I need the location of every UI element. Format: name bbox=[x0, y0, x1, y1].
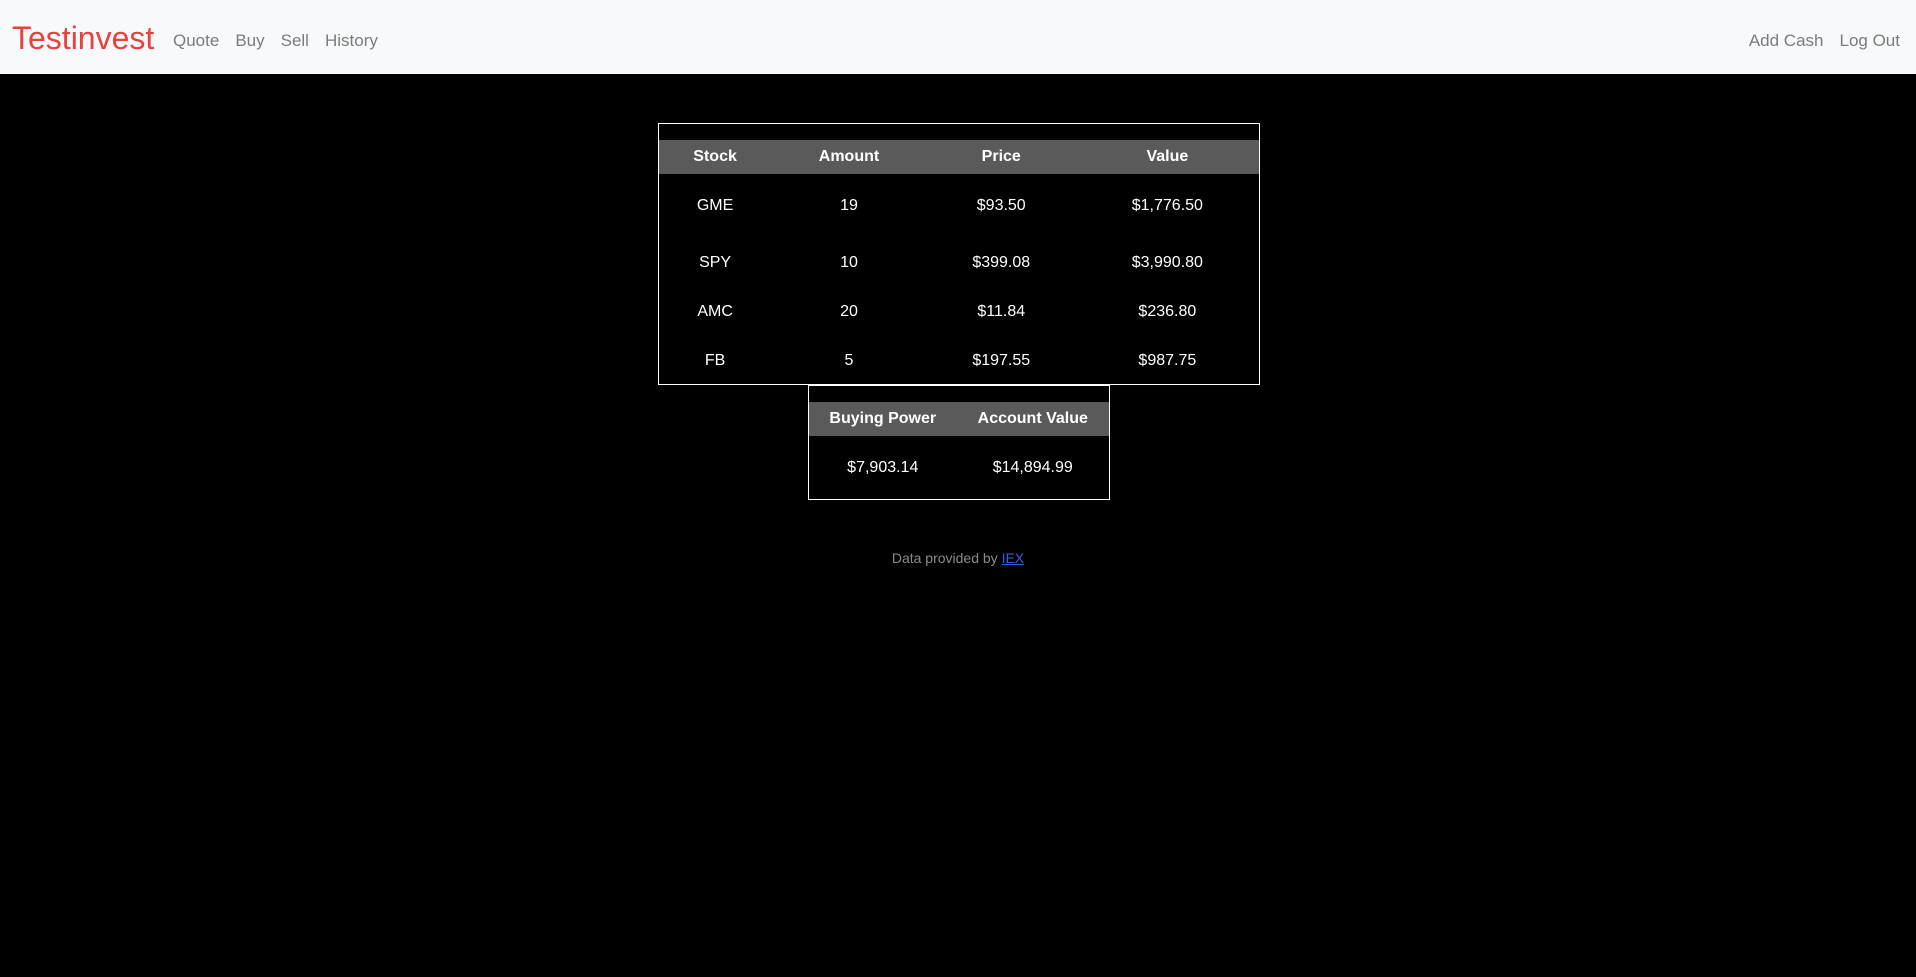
nav-left: Quote Buy Sell History bbox=[173, 29, 394, 53]
cell-stock: FB bbox=[704, 351, 726, 369]
table-row: GME 19 $93.50 $1,776.50 bbox=[659, 174, 1259, 238]
holdings-table: Stock Amount Price Value GME 19 $93.50 $… bbox=[659, 140, 1259, 385]
table-row: SPY 10 $399.08 $3,990.80 bbox=[659, 238, 1259, 287]
cell-value: $3,990.80 bbox=[1131, 253, 1203, 271]
cell-amount: 20 bbox=[840, 302, 858, 320]
footer: Data provided by IEX bbox=[0, 550, 1916, 566]
cell-stock: SPY bbox=[699, 253, 732, 271]
header-account-value: Account Value bbox=[977, 410, 1088, 427]
summary-table-container: Buying Power Account Value $7,903.14 $14… bbox=[808, 385, 1110, 500]
cell-amount: 5 bbox=[844, 351, 854, 369]
cell-price: $11.84 bbox=[977, 302, 1026, 320]
cell-value: $987.75 bbox=[1138, 351, 1197, 369]
table-row: $7,903.14 $14,894.99 bbox=[809, 436, 1109, 500]
holdings-header-row: Stock Amount Price Value bbox=[659, 140, 1259, 174]
navbar: Testinvest Quote Buy Sell History Add Ca… bbox=[0, 0, 1916, 74]
nav-buy[interactable]: Buy bbox=[235, 29, 264, 53]
header-price: Price bbox=[981, 148, 1021, 165]
cell-value: $236.80 bbox=[1138, 302, 1197, 320]
cell-price: $197.55 bbox=[972, 351, 1031, 369]
cell-price: $93.50 bbox=[976, 197, 1026, 214]
cell-amount: 10 bbox=[840, 253, 858, 271]
cell-value: $1,776.50 bbox=[1131, 197, 1203, 214]
header-amount: Amount bbox=[818, 148, 880, 165]
header-value: Value bbox=[1146, 148, 1189, 165]
cell-amount: 19 bbox=[840, 197, 858, 214]
nav-sell[interactable]: Sell bbox=[281, 29, 309, 53]
header-stock: Stock bbox=[693, 148, 737, 165]
nav-add-cash[interactable]: Add Cash bbox=[1749, 29, 1824, 53]
footer-text: Data provided by bbox=[891, 550, 1002, 566]
table-row: AMC 20 $11.84 $236.80 bbox=[659, 287, 1259, 336]
cell-price: $399.08 bbox=[972, 253, 1031, 271]
iex-link[interactable]: IEX bbox=[1002, 550, 1025, 566]
nav-log-out[interactable]: Log Out bbox=[1840, 29, 1901, 53]
table-row: FB 5 $197.55 $987.75 bbox=[659, 336, 1259, 385]
nav-right: Add Cash Log Out bbox=[1733, 29, 1900, 53]
header-buying-power: Buying Power bbox=[829, 410, 937, 427]
cell-account-value: $14,894.99 bbox=[992, 459, 1073, 476]
cell-stock: GME bbox=[696, 197, 734, 214]
cell-stock: AMC bbox=[697, 302, 733, 320]
brand-logo[interactable]: Testinvest bbox=[12, 18, 154, 58]
nav-history[interactable]: History bbox=[325, 29, 378, 53]
nav-quote[interactable]: Quote bbox=[173, 29, 219, 53]
summary-table: Buying Power Account Value $7,903.14 $14… bbox=[809, 402, 1109, 500]
cell-buying-power: $7,903.14 bbox=[847, 459, 919, 476]
summary-header-row: Buying Power Account Value bbox=[809, 402, 1109, 436]
holdings-table-container: Stock Amount Price Value GME 19 $93.50 $… bbox=[658, 123, 1260, 385]
